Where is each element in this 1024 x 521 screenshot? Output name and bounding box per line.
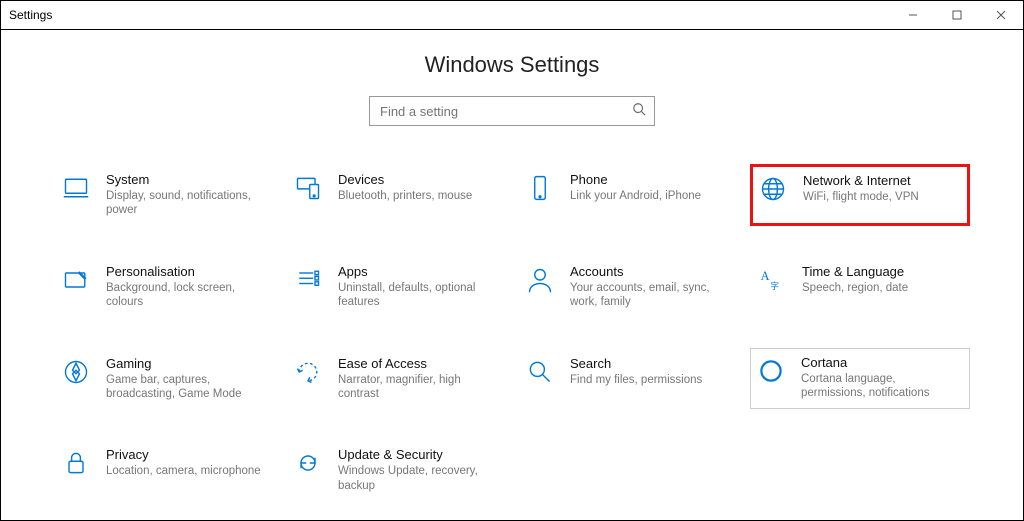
window-controls (891, 1, 1023, 29)
category-desc: WiFi, flight mode, VPN (803, 190, 919, 204)
time-icon: A字 (756, 266, 788, 298)
category-title: Apps (338, 264, 496, 279)
category-title: System (106, 172, 264, 187)
search-input[interactable] (378, 103, 632, 120)
phone-icon (524, 174, 556, 206)
category-title: Search (570, 356, 702, 371)
category-system[interactable]: System Display, sound, notifications, po… (54, 164, 274, 226)
category-title: Personalisation (106, 264, 264, 279)
titlebar: Settings (1, 1, 1023, 30)
search-icon (632, 102, 646, 121)
globe-icon (757, 175, 789, 207)
system-icon (60, 174, 92, 206)
category-update[interactable]: Update & Security Windows Update, recove… (286, 439, 506, 501)
category-desc: Narrator, magnifier, high contrast (338, 373, 496, 402)
category-privacy[interactable]: Privacy Location, camera, microphone (54, 439, 274, 501)
search-wrap (1, 96, 1023, 126)
ease-icon (292, 358, 324, 390)
category-time[interactable]: A字 Time & Language Speech, region, date (750, 256, 970, 318)
svg-text:字: 字 (770, 280, 779, 291)
category-desc: Windows Update, recovery, backup (338, 464, 496, 493)
category-gaming[interactable]: Gaming Game bar, captures, broadcasting,… (54, 348, 274, 410)
close-button[interactable] (979, 1, 1023, 29)
settings-grid: System Display, sound, notifications, po… (1, 164, 1023, 501)
accounts-icon (524, 266, 556, 298)
category-desc: Speech, region, date (802, 281, 908, 295)
update-icon (292, 449, 324, 481)
cortana-icon (755, 357, 787, 389)
window-title: Settings (9, 8, 52, 22)
category-desc: Background, lock screen, colours (106, 281, 264, 310)
personalisation-icon (60, 266, 92, 298)
category-apps[interactable]: Apps Uninstall, defaults, optional featu… (286, 256, 506, 318)
category-personalisation[interactable]: Personalisation Background, lock screen,… (54, 256, 274, 318)
category-title: Phone (570, 172, 701, 187)
apps-icon (292, 266, 324, 298)
category-title: Privacy (106, 447, 261, 462)
privacy-icon (60, 449, 92, 481)
category-desc: Link your Android, iPhone (570, 189, 701, 203)
category-devices[interactable]: Devices Bluetooth, printers, mouse (286, 164, 506, 226)
category-desc: Cortana language, permissions, notificat… (801, 372, 961, 401)
category-title: Cortana (801, 355, 961, 370)
category-network[interactable]: Network & Internet WiFi, flight mode, VP… (750, 164, 970, 226)
category-accounts[interactable]: Accounts Your accounts, email, sync, wor… (518, 256, 738, 318)
category-desc: Uninstall, defaults, optional features (338, 281, 496, 310)
search-category-icon (524, 358, 556, 390)
category-desc: Game bar, captures, broadcasting, Game M… (106, 373, 264, 402)
category-search[interactable]: Search Find my files, permissions (518, 348, 738, 410)
category-title: Accounts (570, 264, 728, 279)
search-box[interactable] (369, 96, 655, 126)
settings-window: Settings Windows Settings (0, 0, 1024, 521)
category-phone[interactable]: Phone Link your Android, iPhone (518, 164, 738, 226)
category-title: Devices (338, 172, 472, 187)
category-title: Ease of Access (338, 356, 496, 371)
category-desc: Bluetooth, printers, mouse (338, 189, 472, 203)
category-desc: Your accounts, email, sync, work, family (570, 281, 728, 310)
minimize-button[interactable] (891, 1, 935, 29)
category-title: Update & Security (338, 447, 496, 462)
gaming-icon (60, 358, 92, 390)
category-ease[interactable]: Ease of Access Narrator, magnifier, high… (286, 348, 506, 410)
maximize-button[interactable] (935, 1, 979, 29)
category-desc: Location, camera, microphone (106, 464, 261, 478)
content-area: Windows Settings System Display, sound, … (1, 30, 1023, 520)
category-title: Gaming (106, 356, 264, 371)
category-desc: Find my files, permissions (570, 373, 702, 387)
category-cortana[interactable]: Cortana Cortana language, permissions, n… (750, 348, 970, 410)
page-title: Windows Settings (1, 52, 1023, 78)
category-title: Time & Language (802, 264, 908, 279)
category-title: Network & Internet (803, 173, 919, 188)
category-desc: Display, sound, notifications, power (106, 189, 264, 218)
svg-text:A: A (761, 269, 770, 283)
devices-icon (292, 174, 324, 206)
